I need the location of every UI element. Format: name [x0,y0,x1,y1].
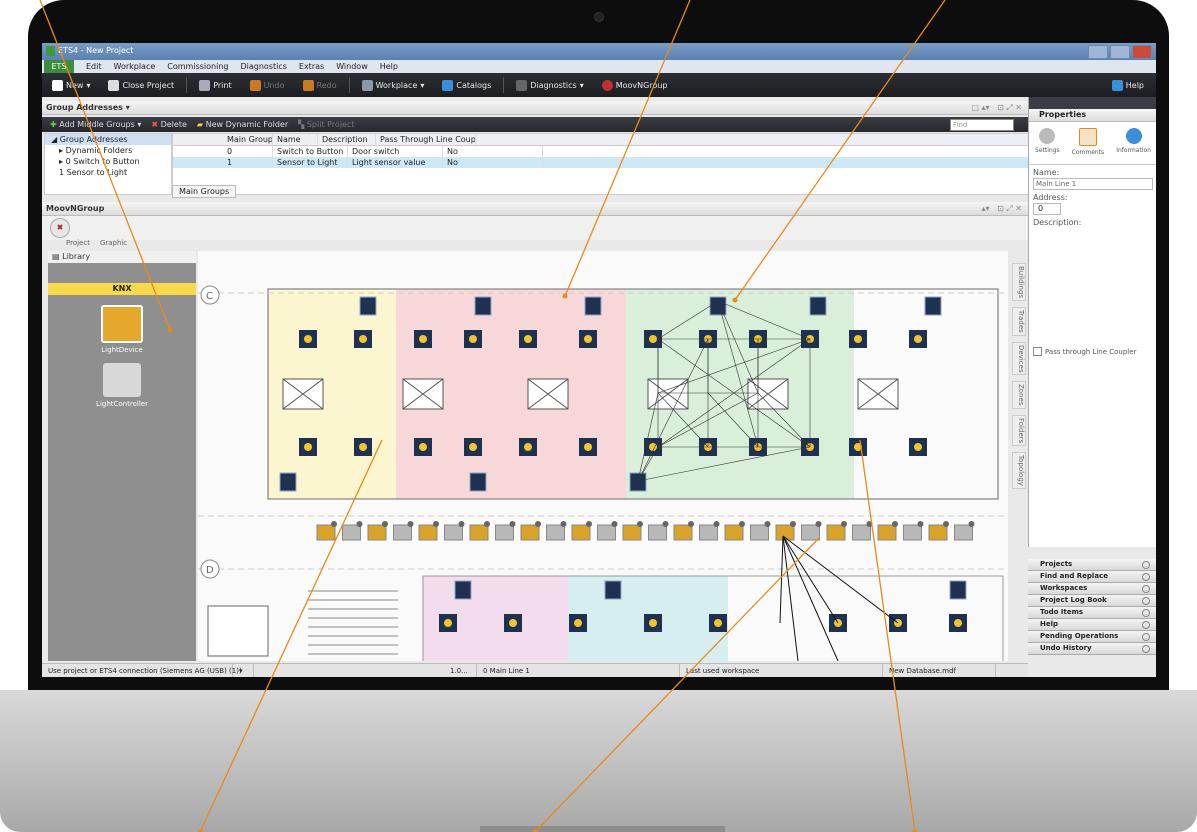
callout-line [564,0,691,297]
callout-dot [167,327,173,333]
callout-line [734,0,946,301]
callout-line [39,0,171,331]
callout-line [859,439,916,832]
callout-lines [39,0,946,832]
callout-dot [732,297,738,303]
callout-dot [562,293,568,299]
callout-line [199,439,383,832]
callout-line [534,536,821,832]
